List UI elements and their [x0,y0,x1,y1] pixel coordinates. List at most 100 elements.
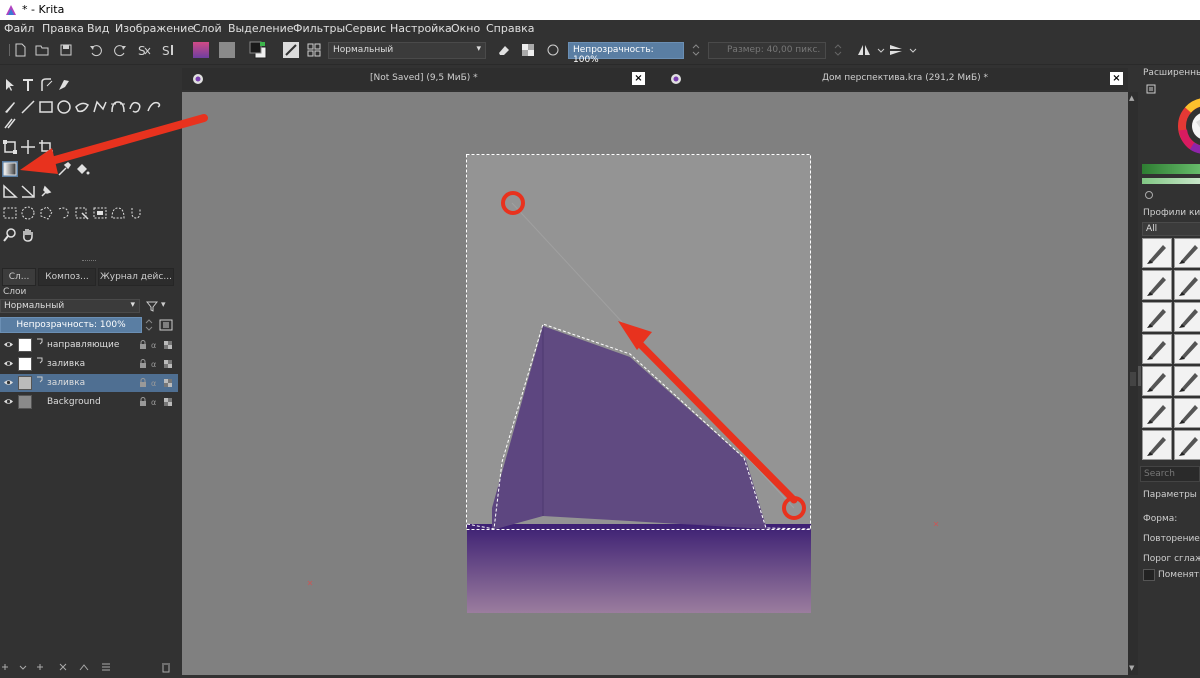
menu-item-3[interactable]: Изображение [115,22,194,35]
open-document-icon[interactable] [34,42,50,58]
scroll-thumb[interactable] [1130,372,1136,386]
menu-item-4[interactable]: Слой [193,22,222,35]
alpha-lock-icon[interactable]: α [150,340,160,350]
brush-preset-thumbnail[interactable] [1174,366,1200,396]
inherit-alpha-icon[interactable] [163,378,173,388]
clear-icon[interactable]: S [136,42,152,58]
canvas-drawing[interactable] [182,92,1128,675]
size-slider[interactable]: Размер: 40,00 пикс. [708,42,826,59]
brush-preset-thumbnail[interactable] [1174,398,1200,428]
brush-tag-filter[interactable]: All [1142,222,1200,236]
mirror-horizontal-chevron-icon[interactable] [873,42,885,58]
select-shapes-tool-icon[interactable] [2,77,18,93]
fg-bg-color-icon[interactable] [248,40,268,60]
tab-compositions[interactable]: Композ... [38,268,96,286]
opacity-slider[interactable]: Непрозрачность: 100% [568,42,684,65]
rectangular-selection-icon[interactable] [2,205,18,221]
preserve-alpha-icon[interactable] [520,42,536,58]
freehand-selection-icon[interactable] [56,205,72,221]
menu-item-0[interactable]: Файл [4,22,34,35]
light-green-color-bar[interactable] [1142,178,1200,184]
layer-opacity-spin-icon[interactable] [145,318,153,332]
document-tab-not-saved[interactable]: [Not Saved] (9,5 МиБ) * × [182,68,654,90]
calligraphy-tool-icon[interactable] [56,77,72,93]
zoom-tool-icon[interactable] [2,227,18,243]
right-dock-scrollbar[interactable] [1138,366,1141,386]
menu-item-5[interactable]: Выделение [228,22,294,35]
redo-icon[interactable] [112,42,128,58]
alpha-lock-icon[interactable]: α [150,359,160,369]
inherit-alpha-icon[interactable] [163,397,173,407]
layer-filter-chevron-icon[interactable]: ▾ [161,300,166,310]
alpha-lock-icon[interactable]: α [150,397,160,407]
eraser-mode-icon[interactable] [496,42,512,58]
elliptical-selection-icon[interactable] [20,205,36,221]
brush-preset-thumbnail[interactable] [1174,238,1200,268]
visibility-eye-icon[interactable] [3,377,14,388]
inherit-alpha-icon[interactable] [163,340,173,350]
color-selector-settings-icon[interactable] [1146,84,1156,94]
lock-icon[interactable] [138,340,148,350]
layer-filter-icon[interactable] [145,300,159,312]
close-document-button[interactable]: × [1110,72,1123,85]
magnetic-selection-icon[interactable] [128,205,144,221]
visibility-eye-icon[interactable] [3,358,14,369]
layer-row[interactable]: Background α [0,393,178,411]
opacity-spin-icon[interactable] [688,42,700,58]
lock-icon[interactable] [138,397,148,407]
document-tab-house-perspective[interactable]: Дом перспектива.kra (291,2 МиБ) * × [660,68,1128,90]
layer-properties-icon[interactable] [158,317,174,333]
brush-preset-thumbnail[interactable] [1142,366,1172,396]
menu-item-7[interactable]: Сервис [345,22,386,35]
layer-row[interactable]: заливка α [0,355,178,373]
close-document-button[interactable]: × [632,72,645,85]
contiguous-selection-icon[interactable] [74,205,90,221]
refresh-colors-icon[interactable] [1144,190,1154,200]
brush-preset-thumbnail[interactable] [1142,302,1172,332]
alpha-lock-icon[interactable]: α [150,378,160,388]
color-wheel[interactable] [1178,82,1200,172]
inherit-alpha-icon[interactable] [163,359,173,369]
similar-selection-icon[interactable] [92,205,108,221]
pattern-selector-icon[interactable] [218,41,236,59]
reload-icon[interactable]: S [160,42,176,58]
menu-item-9[interactable]: Окно [451,22,480,35]
layer-row[interactable]: заливка α [0,374,178,392]
undo-icon[interactable] [88,42,104,58]
brush-settings-icon[interactable] [306,42,322,58]
bezier-selection-icon[interactable] [110,205,126,221]
edit-shapes-tool-icon[interactable] [38,77,54,93]
dock-splitter[interactable] [82,260,96,263]
lock-icon[interactable] [138,378,148,388]
pan-tool-icon[interactable] [20,227,36,243]
menu-item-2[interactable]: Вид [87,22,109,35]
lock-icon[interactable] [138,359,148,369]
layer-blend-mode-select[interactable]: Нормальный ▾ [0,299,140,313]
brush-preset-thumbnail[interactable] [1142,238,1172,268]
scroll-up-icon[interactable]: ▲ [1129,94,1134,102]
brush-search-input[interactable]: Search [1140,466,1200,482]
swap-checkbox[interactable] [1143,569,1155,581]
green-color-bar[interactable] [1142,164,1200,174]
mirror-horizontal-icon[interactable] [856,42,872,58]
toolbar-grip[interactable] [2,42,10,58]
brush-preset-icon[interactable] [282,41,300,59]
brush-preset-thumbnail[interactable] [1142,270,1172,300]
mirror-vertical-icon[interactable] [888,42,904,58]
brush-preset-thumbnail[interactable] [1142,398,1172,428]
visibility-eye-icon[interactable] [3,339,14,350]
brush-preset-thumbnail[interactable] [1174,334,1200,364]
layer-row[interactable]: направляющие α [0,336,178,354]
brush-preset-thumbnail[interactable] [1174,430,1200,460]
tab-layers[interactable]: Сл... [2,268,36,286]
mirror-vertical-chevron-icon[interactable] [905,42,917,58]
canvas-vertical-scrollbar[interactable]: ▲ ▼ [1128,92,1138,675]
brush-preset-thumbnail[interactable] [1142,430,1172,460]
brush-preset-thumbnail[interactable] [1142,334,1172,364]
polygonal-selection-icon[interactable] [38,205,54,221]
layer-opacity-slider[interactable]: Непрозрачность: 100% [0,317,142,333]
save-icon[interactable] [58,42,74,58]
visibility-eye-icon[interactable] [3,396,14,407]
canvas-area[interactable] [182,92,1128,675]
reload-preset-icon[interactable] [545,42,561,58]
